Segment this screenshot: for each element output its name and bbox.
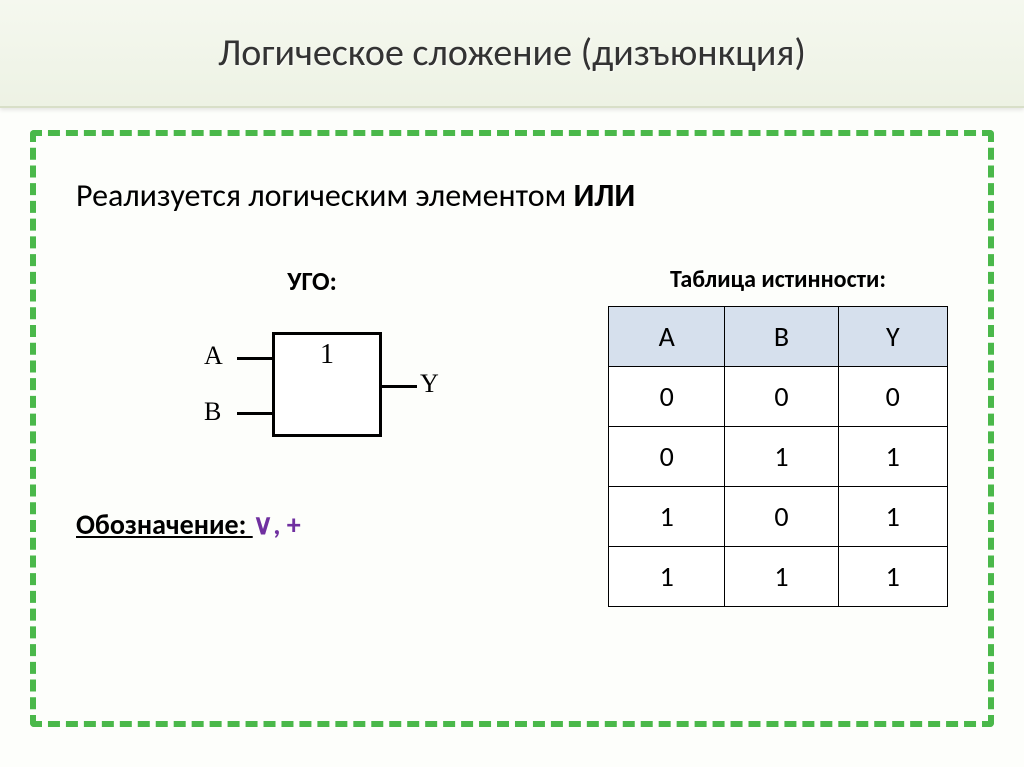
cell: 1 bbox=[609, 547, 725, 607]
input-a-label: A bbox=[204, 341, 223, 371]
notation-line: Обозначение: ∨, + bbox=[76, 507, 548, 542]
truth-table-title: Таблица истинности: bbox=[608, 265, 948, 294]
cell: 1 bbox=[838, 427, 947, 487]
input-b-label: B bbox=[204, 397, 221, 427]
subtitle-element-name: ИЛИ bbox=[573, 176, 635, 215]
gate-symbol: 1 bbox=[320, 339, 334, 371]
cell: 0 bbox=[725, 367, 838, 427]
cell: 1 bbox=[725, 547, 838, 607]
wire-input-a bbox=[237, 357, 272, 360]
subtitle-prefix: Реализуется логическим элементом bbox=[76, 176, 573, 215]
wire-input-b bbox=[237, 412, 272, 415]
table-header-row: A B Y bbox=[609, 307, 948, 367]
col-b-header: B bbox=[725, 307, 838, 367]
table-row: 1 0 1 bbox=[609, 487, 948, 547]
wire-output-y bbox=[382, 385, 417, 388]
content-box: Реализуется логическим элементом ИЛИ УГО… bbox=[30, 130, 994, 727]
notation-symbols: ∨, + bbox=[253, 507, 301, 542]
output-y-label: Y bbox=[420, 369, 439, 399]
cell: 0 bbox=[609, 427, 725, 487]
table-row: 0 0 0 bbox=[609, 367, 948, 427]
slide-title: Логическое сложение (дизъюнкция) bbox=[20, 30, 1004, 76]
cell: 0 bbox=[838, 367, 947, 427]
slide-header: Логическое сложение (дизъюнкция) bbox=[0, 0, 1024, 108]
cell: 1 bbox=[725, 427, 838, 487]
cell: 1 bbox=[609, 487, 725, 547]
table-row: 1 1 1 bbox=[609, 547, 948, 607]
cell: 0 bbox=[725, 487, 838, 547]
two-column-layout: УГО: A B 1 Y Обозначение: ∨, + Таблица и… bbox=[76, 265, 948, 607]
subtitle: Реализуется логическим элементом ИЛИ bbox=[76, 176, 948, 215]
col-y-header: Y bbox=[838, 307, 947, 367]
truth-table: A B Y 0 0 0 0 1 1 bbox=[608, 306, 948, 607]
col-a-header: A bbox=[609, 307, 725, 367]
table-row: 0 1 1 bbox=[609, 427, 948, 487]
right-column: Таблица истинности: A B Y 0 0 0 bbox=[608, 265, 948, 607]
left-column: УГО: A B 1 Y Обозначение: ∨, + bbox=[76, 265, 548, 542]
cell: 0 bbox=[609, 367, 725, 427]
or-gate-diagram: A B 1 Y bbox=[182, 317, 442, 467]
cell: 1 bbox=[838, 547, 947, 607]
cell: 1 bbox=[838, 487, 947, 547]
notation-label: Обозначение: bbox=[76, 507, 253, 542]
ugo-label: УГО: bbox=[76, 265, 548, 297]
gate-box: 1 bbox=[272, 332, 382, 437]
